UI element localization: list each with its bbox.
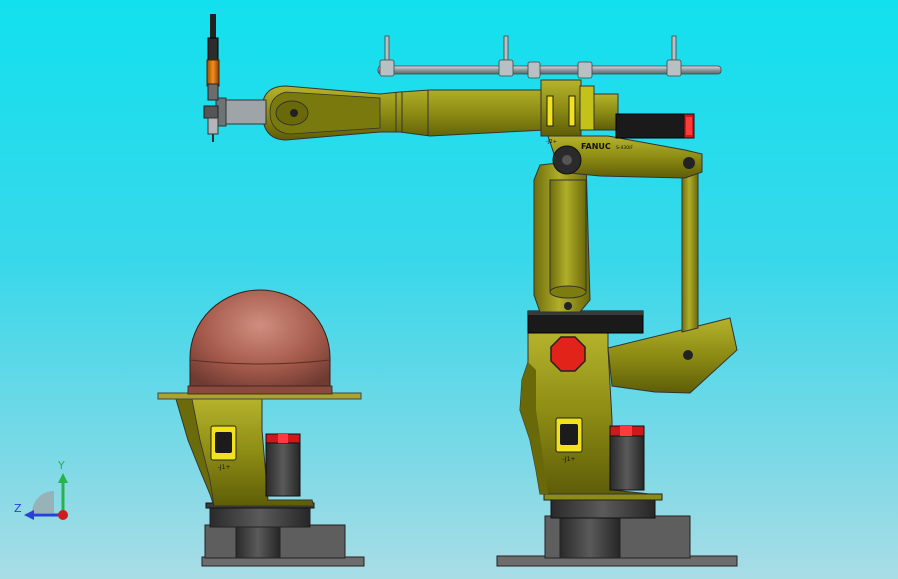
overhead-cable-rail	[377, 35, 722, 79]
robot-parallel-link	[681, 159, 699, 333]
brand-label: FANUC	[581, 142, 611, 151]
robot-j1-motor	[609, 429, 645, 491]
workpiece-dome[interactable]	[189, 289, 331, 393]
robot-j3-motor	[615, 113, 687, 139]
positioner[interactable]: -J1+	[157, 289, 365, 567]
elbow-axis-label: -J2+	[546, 139, 557, 145]
stop-octagon-icon	[550, 336, 586, 372]
positioner-axis-label: -J1+	[217, 464, 230, 471]
y-axis-label: Y	[58, 459, 65, 472]
robot-cell-scene[interactable]: -J1+ -J1+ FANUC S-430iF -J2+	[0, 0, 898, 579]
axis-triad-graphic	[24, 473, 68, 520]
robot-axis-label: -J1+	[562, 456, 575, 463]
z-axis-label: Z	[14, 502, 22, 515]
cad-viewport[interactable]: -J1+ -J1+ FANUC S-430iF -J2+ Y Z	[0, 0, 898, 579]
robot-wrist-flange	[221, 99, 267, 125]
welding-torch[interactable]	[206, 14, 220, 101]
axis-triad[interactable]: Y Z	[10, 455, 80, 530]
x-axis-dot-icon	[58, 510, 68, 520]
model-label: S-430iF	[616, 145, 633, 151]
positioner-motor	[265, 435, 301, 497]
